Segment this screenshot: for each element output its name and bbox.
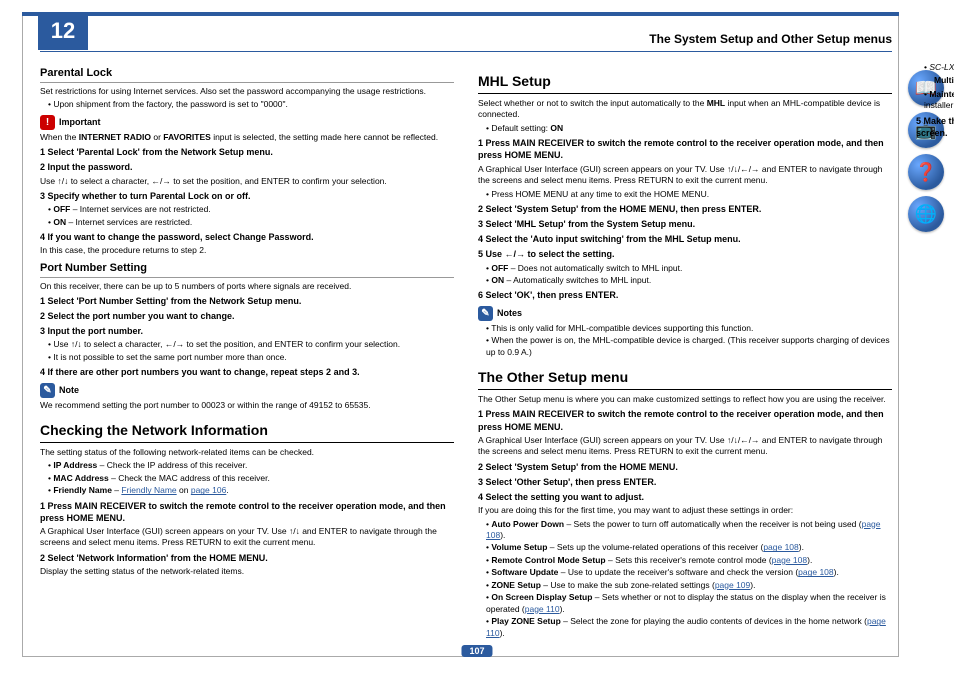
important-icon: ! (40, 115, 55, 130)
netinfo-step-1-detail: A Graphical User Interface (GUI) screen … (40, 526, 454, 549)
content-columns: Parental Lock Set restrictions for using… (40, 62, 892, 645)
other-step-5: 5 Make the adjustments necessary for eac… (916, 115, 954, 139)
list-item: On Screen Display Setup – Sets whether o… (486, 592, 892, 615)
mhl-step-3: 3 Select 'MHL Setup' from the System Set… (478, 218, 892, 230)
port-note-text: We recommend setting the port number to … (40, 400, 454, 411)
netinfo-intro: The setting status of the following netw… (40, 447, 454, 458)
parental-on: ON – Internet services are restricted. (48, 217, 454, 228)
important-label: Important (59, 116, 101, 128)
port-step-1: 1 Select 'Port Number Setting' from the … (40, 295, 454, 307)
chapter-number: 12 (38, 12, 88, 50)
parental-step-2: 2 Input the password. (40, 161, 454, 173)
list-item: Play ZONE Setup – Select the zone for pl… (486, 616, 892, 639)
mhl-intro: Select whether or not to switch the inpu… (478, 98, 892, 121)
netinfo-step-1: 1 Press MAIN RECEIVER to switch the remo… (40, 500, 454, 524)
mhl-step-1-bullet: Press HOME MENU at any time to exit the … (486, 189, 892, 200)
other-settings-list: Auto Power Down – Sets the power to turn… (478, 519, 892, 640)
network-icon[interactable]: 🌐 (908, 196, 944, 232)
mhl-default: Default setting: ON (486, 123, 892, 134)
parental-step-4: 4 If you want to change the password, se… (40, 231, 454, 243)
parental-step-4-detail: In this case, the procedure returns to s… (40, 245, 454, 256)
mhl-step-6: 6 Select 'OK', then press ENTER. (478, 289, 892, 301)
list-item: Remote Control Mode Setup – Sets this re… (486, 555, 892, 566)
page-link[interactable]: page 108 (798, 567, 833, 577)
parental-step-1: 1 Select 'Parental Lock' from the Networ… (40, 146, 454, 158)
note-callout: ✎ Note (40, 383, 454, 398)
other-step-4: 4 Select the setting you want to adjust. (478, 491, 892, 503)
netinfo-heading: Checking the Network Information (40, 421, 454, 443)
netinfo-fn: Friendly Name – Friendly Name on page 10… (48, 485, 454, 496)
mhl-off: OFF – Does not automatically switch to M… (486, 263, 892, 274)
sc-only: SC-LX88 only: (924, 62, 954, 73)
mci-item: Multi Ch In Setup – Specifies the option… (916, 75, 954, 86)
port-heading: Port Number Setting (40, 261, 454, 278)
notes-label: Notes (497, 307, 522, 319)
parental-off: OFF – Internet services are not restrict… (48, 204, 454, 215)
page-title: The System Setup and Other Setup menus (649, 32, 892, 46)
maint-item: Maintenance Mode – This is used to recei… (924, 89, 954, 112)
netinfo-step-2-detail: Display the setting status of the networ… (40, 566, 454, 577)
mhl-note-1: This is only valid for MHL-compatible de… (486, 323, 892, 334)
notes-callout: ✎ Notes (478, 306, 892, 321)
notes-icon: ✎ (478, 306, 493, 321)
parental-intro: Set restrictions for using Internet serv… (40, 86, 454, 97)
important-callout: ! Important (40, 115, 454, 130)
page-link[interactable]: page 108 (772, 555, 807, 565)
parental-step-2-detail: Use ↑/↓ to select a character, ←/→ to se… (40, 176, 454, 187)
other-intro: The Other Setup menu is where you can ma… (478, 394, 892, 405)
other-step-1: 1 Press MAIN RECEIVER to switch the remo… (478, 408, 892, 432)
mhl-step-5: 5 Use ←/→ to select the setting. (478, 248, 892, 260)
other-step-2: 2 Select 'System Setup' from the HOME ME… (478, 461, 892, 473)
parental-lock-heading: Parental Lock (40, 66, 454, 83)
header-rule (40, 51, 892, 52)
parental-step-3: 3 Specify whether to turn Parental Lock … (40, 190, 454, 202)
friendly-name-link[interactable]: Friendly Name (121, 485, 176, 495)
page-link[interactable]: page 108 (763, 542, 798, 552)
mhl-step-1-detail: A Graphical User Interface (GUI) screen … (478, 164, 892, 187)
mhl-step-4: 4 Select the 'Auto input switching' from… (478, 233, 892, 245)
port-step-3: 3 Input the port number. (40, 325, 454, 337)
netinfo-step-2: 2 Select 'Network Information' from the … (40, 552, 454, 564)
list-item: Volume Setup – Sets up the volume-relate… (486, 542, 892, 553)
help-icon[interactable]: ❓ (908, 154, 944, 190)
port-step3-b2: It is not possible to set the same port … (48, 352, 454, 363)
mhl-step-2: 2 Select 'System Setup' from the HOME ME… (478, 203, 892, 215)
mhl-heading: MHL Setup (478, 72, 892, 94)
important-text: When the INTERNET RADIO or FAVORITES inp… (40, 132, 454, 143)
mhl-on: ON – Automatically switches to MHL input… (486, 275, 892, 286)
page-106-link[interactable]: page 106 (191, 485, 226, 495)
parental-intro-bullet: Upon shipment from the factory, the pass… (48, 99, 454, 110)
netinfo-ip: IP Address – Check the IP address of thi… (48, 460, 454, 471)
top-bar (22, 12, 899, 16)
list-item: Auto Power Down – Sets the power to turn… (486, 519, 892, 542)
note-label: Note (59, 384, 79, 396)
netinfo-mac: MAC Address – Check the MAC address of t… (48, 473, 454, 484)
other-step-4-intro: If you are doing this for the first time… (478, 505, 892, 516)
port-intro: On this receiver, there can be up to 5 n… (40, 281, 454, 292)
page-link[interactable]: page 110 (525, 604, 560, 614)
other-step-1-detail: A Graphical User Interface (GUI) screen … (478, 435, 892, 458)
list-item: Software Update – Use to update the rece… (486, 567, 892, 578)
page-number: 107 (461, 645, 492, 657)
port-step-4: 4 If there are other port numbers you wa… (40, 366, 454, 378)
list-item: ZONE Setup – Use to make the sub zone-re… (486, 580, 892, 591)
mhl-step-1: 1 Press MAIN RECEIVER to switch the remo… (478, 137, 892, 161)
mhl-note-2: When the power is on, the MHL-compatible… (486, 335, 892, 358)
port-step-2: 2 Select the port number you want to cha… (40, 310, 454, 322)
other-step-3: 3 Select 'Other Setup', then press ENTER… (478, 476, 892, 488)
port-step3-b1: Use ↑/↓ to select a character, ←/→ to se… (48, 339, 454, 350)
page-link[interactable]: page 109 (715, 580, 750, 590)
other-heading: The Other Setup menu (478, 368, 892, 390)
note-icon: ✎ (40, 383, 55, 398)
